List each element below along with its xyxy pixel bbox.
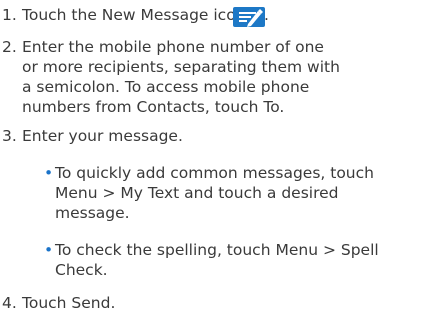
step-text: Enter your message. xyxy=(22,127,183,145)
step-suffix: . xyxy=(264,6,269,24)
step-text: Enter the mobile phone number of one or … xyxy=(22,38,340,116)
bullet-marker: • xyxy=(44,241,54,259)
bullet-item: • To check the spelling, touch Menu > Sp… xyxy=(44,240,424,282)
step-1: 1. Touch the New Message icon . xyxy=(0,5,431,29)
bullet-text: To check the spelling, touch Menu > Spel… xyxy=(55,241,379,279)
step-number: 3. xyxy=(2,127,17,145)
step-4: 4. Touch Send. xyxy=(0,293,431,315)
step-number: 1. xyxy=(2,6,17,24)
instruction-list: 1. Touch the New Message icon . 2. Enter… xyxy=(0,0,431,319)
bullet-item: • To quickly add common messages, touch … xyxy=(44,163,424,225)
step-number: 2. xyxy=(2,38,17,56)
new-message-icon xyxy=(233,7,265,27)
bullet-marker: • xyxy=(44,164,54,182)
step-2: 2. Enter the mobile phone number of one … xyxy=(0,37,431,119)
step-3: 3. Enter your message. xyxy=(0,126,431,148)
bullet-text: To quickly add common messages, touch Me… xyxy=(55,164,374,222)
step-text: Touch the New Message icon xyxy=(22,6,246,24)
step-number: 4. xyxy=(2,294,17,312)
step-text: Touch Send. xyxy=(22,294,116,312)
